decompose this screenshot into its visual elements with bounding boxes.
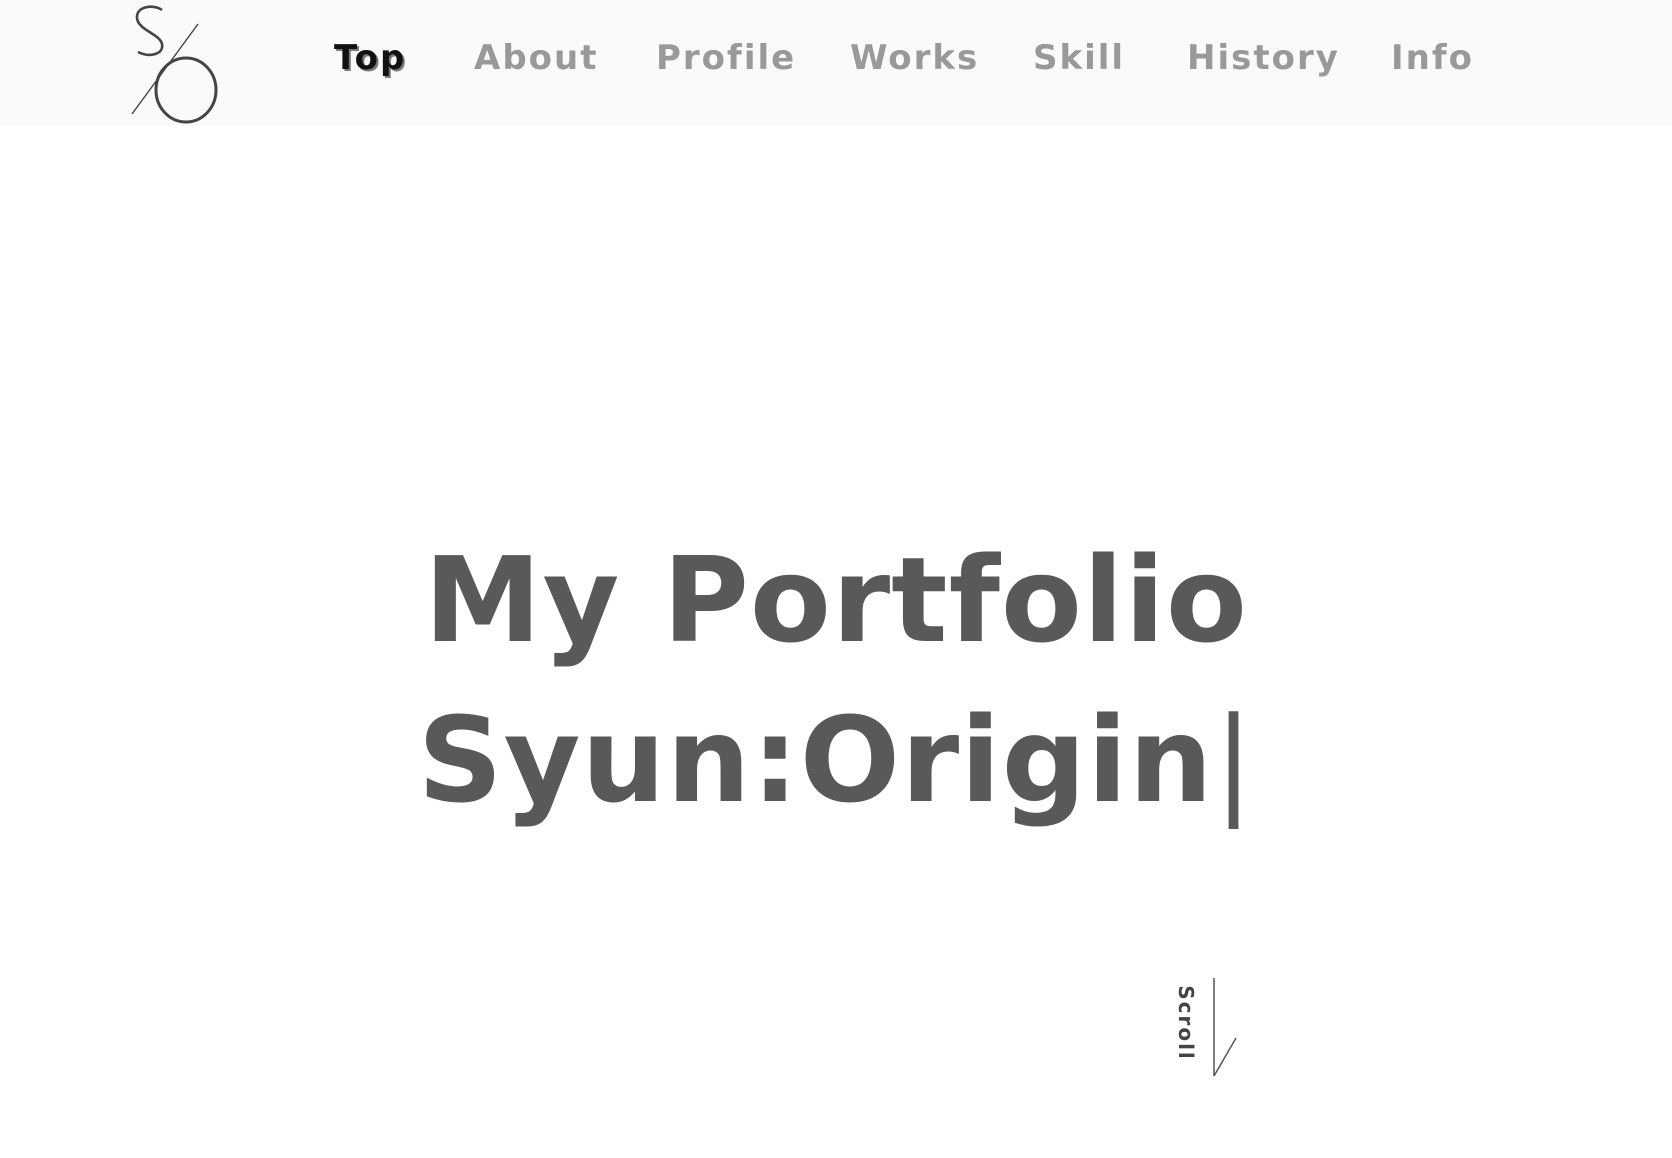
site-logo[interactable] — [128, 0, 228, 126]
nav-info[interactable]: Info — [1391, 34, 1474, 82]
nav-skill[interactable]: Skill — [1033, 34, 1125, 82]
hero-title-line1: My Portfolio — [424, 531, 1248, 669]
scroll-indicator[interactable]: Scroll — [1170, 970, 1240, 1082]
arrow-down-icon — [1213, 978, 1237, 1077]
hero-title-line2: Syun:Origin| — [0, 680, 1672, 840]
typing-caret: | — [1213, 691, 1255, 829]
nav-profile[interactable]: Profile — [656, 34, 796, 82]
logo-mark-icon — [131, 5, 218, 124]
nav-history[interactable]: History — [1187, 34, 1340, 82]
nav-top[interactable]: Top — [334, 34, 406, 82]
nav-works[interactable]: Works — [850, 34, 979, 82]
hero-title-name: Syun:Origin — [417, 691, 1214, 829]
nav-about[interactable]: About — [474, 34, 598, 82]
hero-section: My Portfolio Syun:Origin| — [0, 520, 1672, 840]
scroll-label: Scroll — [1174, 985, 1198, 1061]
site-header: Top About Profile Works Skill History In… — [0, 0, 1672, 126]
page: Top About Profile Works Skill History In… — [0, 0, 1672, 1158]
